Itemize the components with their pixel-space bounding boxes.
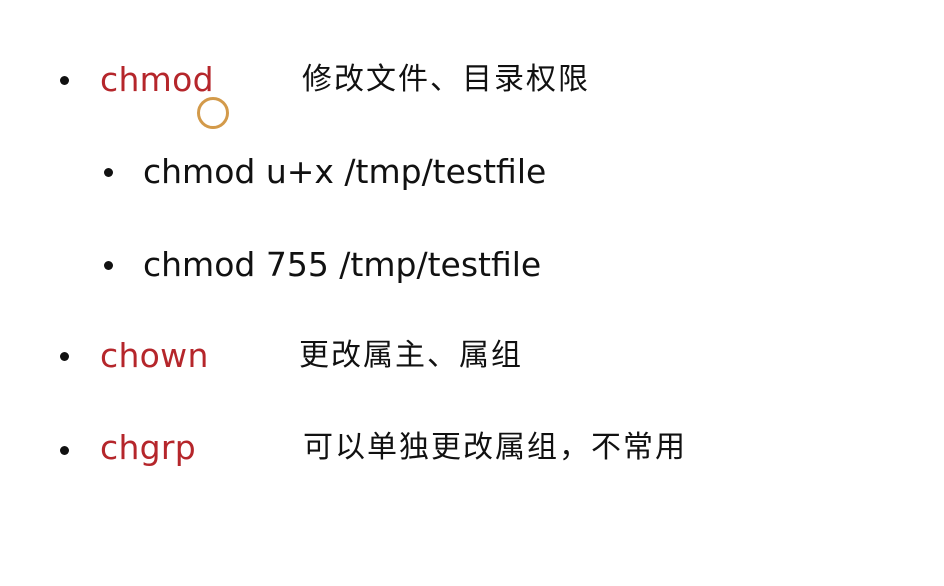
bullet-icon <box>60 76 69 85</box>
description-chown: 更改属主、属组 <box>299 338 523 373</box>
command-chown: chown <box>100 336 209 375</box>
description-chmod: 修改文件、目录权限 <box>302 62 590 97</box>
command-chmod: chmod <box>100 60 214 99</box>
subitem-text: chmod u+x /tmp/testfile <box>143 152 547 191</box>
command-chgrp: chgrp <box>100 428 197 467</box>
slide: chmod 修改文件、目录权限 chmod u+x /tmp/testfile … <box>0 0 944 586</box>
subitem-text: chmod 755 /tmp/testfile <box>143 245 542 284</box>
bullet-icon <box>60 446 69 455</box>
cursor-highlight-icon <box>197 97 229 129</box>
bullet-icon <box>104 261 113 270</box>
description-chgrp: 可以单独更改属组，不常用 <box>303 430 687 465</box>
bullet-icon <box>104 168 113 177</box>
bullet-icon <box>60 352 69 361</box>
